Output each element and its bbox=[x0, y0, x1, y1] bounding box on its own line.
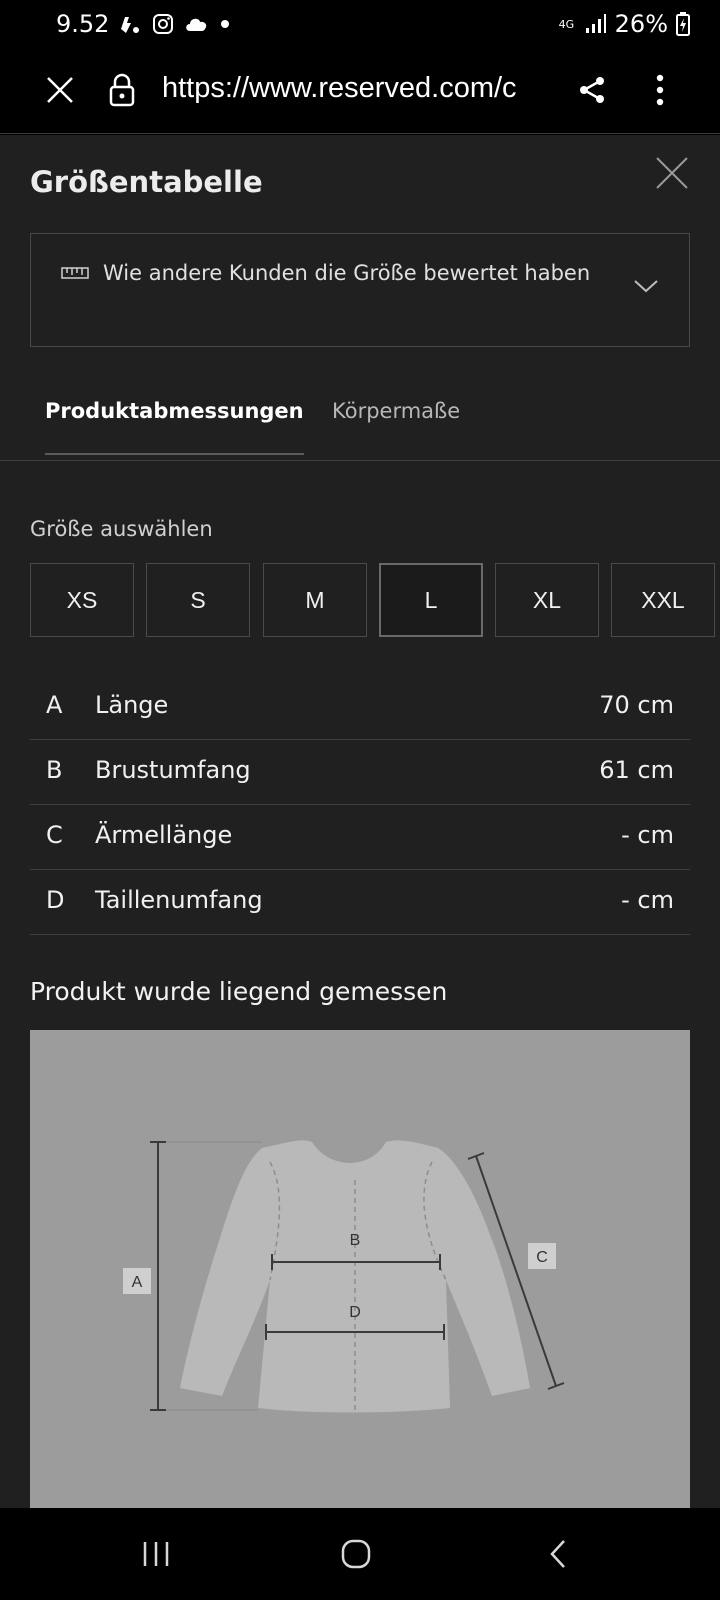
close-sheet-button[interactable] bbox=[652, 153, 692, 193]
measured-lying-note: Produkt wurde liegend gemessen bbox=[30, 977, 448, 1006]
size-option-xs[interactable]: XS bbox=[30, 563, 134, 637]
size-rating-text: Wie andere Kunden die Größe bewertet hab… bbox=[103, 261, 591, 285]
size-select-label: Größe auswählen bbox=[30, 517, 213, 541]
status-time: 9.52 bbox=[56, 10, 110, 38]
measure-name: Taillenumfang bbox=[95, 886, 263, 914]
size-option-m[interactable]: M bbox=[263, 563, 367, 637]
home-icon bbox=[341, 1539, 371, 1569]
chevron-down-icon bbox=[634, 280, 658, 293]
tab-body-measurements[interactable]: Körpermaße bbox=[332, 399, 460, 423]
garment-diagram: A B D C bbox=[30, 1030, 690, 1508]
measure-letter: B bbox=[46, 756, 63, 784]
back-icon bbox=[550, 1540, 565, 1568]
measure-letter: D bbox=[46, 886, 65, 914]
measure-value: 61 cm bbox=[599, 756, 674, 784]
diagram-label-c: C bbox=[536, 1249, 548, 1266]
table-row: A Länge 70 cm bbox=[30, 675, 690, 740]
url-field[interactable]: https://www.reserved.com/c bbox=[162, 72, 550, 105]
dot-icon bbox=[221, 20, 229, 28]
battery-percent: 26% bbox=[614, 10, 668, 38]
table-row: D Taillenumfang - cm bbox=[30, 870, 690, 935]
size-option-xl[interactable]: XL bbox=[495, 563, 599, 637]
ruler-icon bbox=[61, 267, 89, 279]
diagram-label-a: A bbox=[132, 1274, 143, 1291]
browser-toolbar: https://www.reserved.com/c bbox=[0, 48, 720, 134]
measurements-table: A Länge 70 cm B Brustumfang 61 cm C Ärme… bbox=[30, 675, 690, 935]
measure-name: Ärmellänge bbox=[95, 821, 233, 849]
more-vert-icon bbox=[656, 74, 664, 106]
more-menu-button[interactable] bbox=[640, 70, 680, 110]
site-security-button[interactable] bbox=[102, 70, 142, 110]
status-right: 4G 26% bbox=[559, 10, 690, 38]
size-chart-sheet: Größentabelle Wie andere Kunden die Größ… bbox=[0, 135, 720, 1508]
notification-icons bbox=[118, 12, 230, 36]
diagram-label-b: B bbox=[350, 1232, 361, 1249]
instagram-icon bbox=[153, 14, 173, 34]
close-icon bbox=[656, 157, 688, 189]
sheet-title: Größentabelle bbox=[30, 165, 263, 199]
recent-apps-button[interactable] bbox=[126, 1530, 186, 1578]
signal-icon bbox=[585, 14, 606, 33]
size-selector: XS S M L XL XXL bbox=[30, 563, 720, 637]
close-icon bbox=[47, 77, 73, 103]
measure-value: - cm bbox=[621, 886, 674, 914]
table-row: B Brustumfang 61 cm bbox=[30, 740, 690, 805]
measure-value: 70 cm bbox=[599, 691, 674, 719]
size-rating-accordion[interactable]: Wie andere Kunden die Größe bewertet hab… bbox=[30, 233, 690, 347]
measure-value: - cm bbox=[621, 821, 674, 849]
measure-name: Länge bbox=[95, 691, 169, 719]
back-button[interactable] bbox=[528, 1530, 588, 1578]
share-button[interactable] bbox=[572, 70, 612, 110]
size-option-l[interactable]: L bbox=[379, 563, 483, 637]
share-icon bbox=[580, 77, 604, 103]
home-button[interactable] bbox=[326, 1530, 386, 1578]
status-bar: 9.52 4G 26% bbox=[0, 0, 720, 48]
network-4g-icon: 4G bbox=[558, 17, 575, 31]
lock-icon bbox=[109, 73, 135, 107]
measure-name: Brustumfang bbox=[95, 756, 251, 784]
jacket-measurement-illustration: A B D C bbox=[123, 1140, 565, 1413]
table-row: C Ärmellänge - cm bbox=[30, 805, 690, 870]
notification-icon bbox=[121, 17, 139, 33]
tab-product-dimensions[interactable]: Produktabmessungen bbox=[45, 399, 304, 455]
close-tab-button[interactable] bbox=[40, 70, 80, 110]
measure-letter: C bbox=[46, 821, 63, 849]
measure-letter: A bbox=[46, 691, 63, 719]
size-option-s[interactable]: S bbox=[146, 563, 250, 637]
measurement-tabs: Produktabmessungen Körpermaße bbox=[0, 365, 720, 461]
diagram-label-d: D bbox=[349, 1304, 361, 1321]
size-option-xxl[interactable]: XXL bbox=[611, 563, 715, 637]
battery-charging-icon bbox=[676, 12, 690, 36]
system-navigation-bar bbox=[0, 1508, 720, 1600]
cloud-icon bbox=[186, 18, 207, 31]
recent-apps-icon bbox=[143, 1542, 169, 1566]
